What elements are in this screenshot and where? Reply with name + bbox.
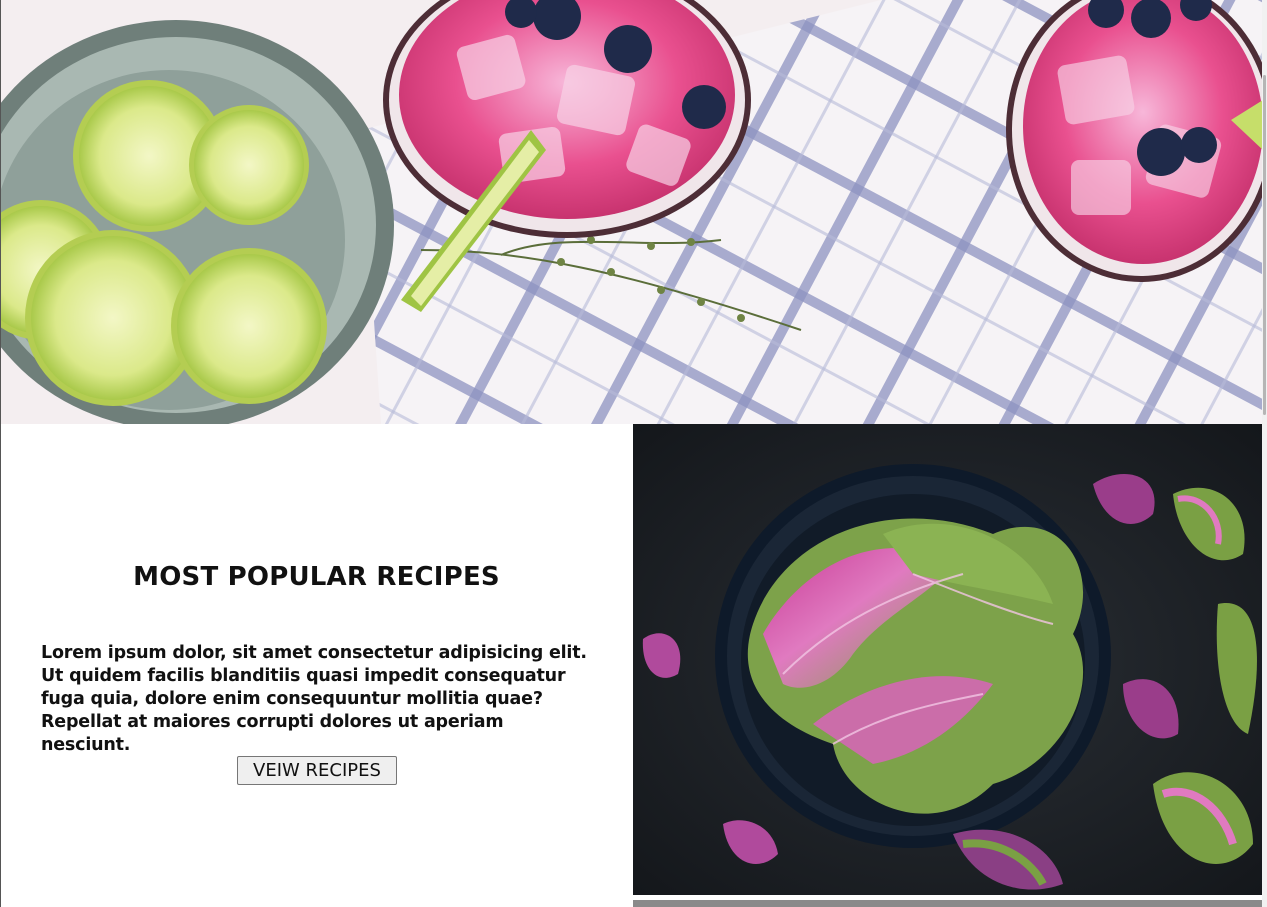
section-title: MOST POPULAR RECIPES <box>133 562 500 592</box>
section-description: Lorem ipsum dolor, sit amet consectetur … <box>41 643 587 755</box>
page: MOST POPULAR RECIPES Lorem ipsum dolor, … <box>0 0 1262 907</box>
cabbage-bowl-image <box>633 424 1262 895</box>
popular-recipes-section: MOST POPULAR RECIPES Lorem ipsum dolor, … <box>1 424 632 900</box>
next-row-image-right <box>633 900 1262 907</box>
next-row-image <box>1 900 632 907</box>
view-recipes-button[interactable]: VEIW RECIPES <box>237 756 397 785</box>
scrollbar-thumb[interactable] <box>1263 75 1266 415</box>
hero-drinks-image <box>1 0 1262 424</box>
